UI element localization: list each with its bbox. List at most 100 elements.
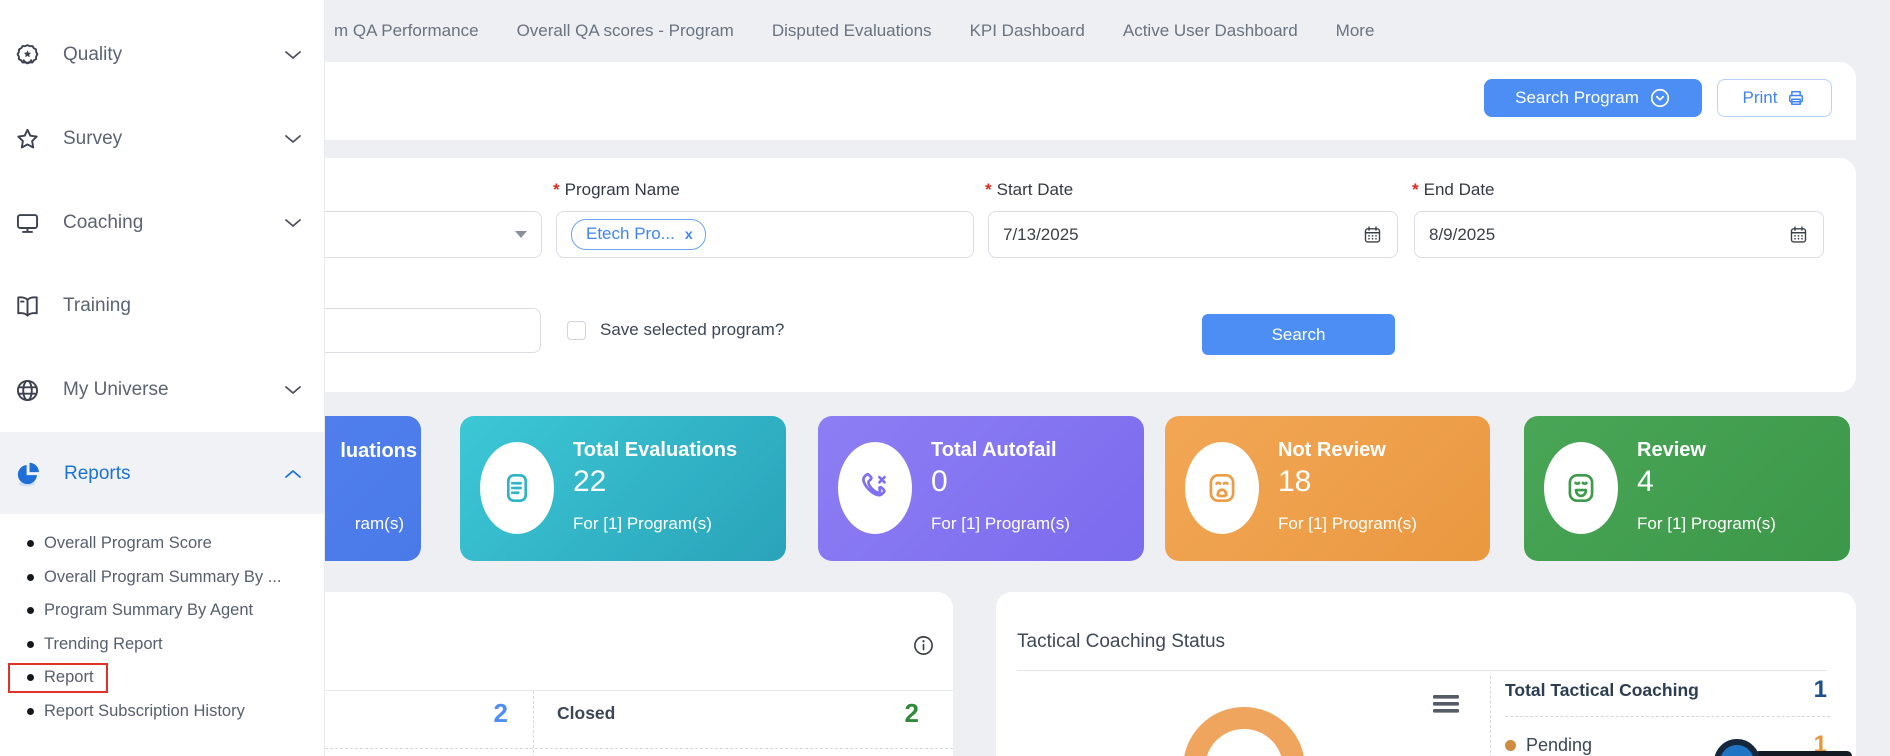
search-program-button[interactable]: Search Program bbox=[1484, 79, 1702, 117]
stat-card-subtitle: For [1] Program(s) bbox=[573, 514, 778, 534]
printer-icon bbox=[1786, 88, 1806, 108]
cursor-pointer-circle bbox=[1714, 739, 1760, 756]
end-date-value: 8/9/2025 bbox=[1429, 225, 1495, 245]
sidebar-item-coaching[interactable]: Coaching bbox=[0, 206, 324, 240]
page-header: Search Program Print bbox=[325, 62, 1856, 140]
chart-menu-icon[interactable] bbox=[1433, 694, 1459, 714]
submenu-item-report[interactable]: Report bbox=[0, 661, 324, 695]
stat-card-value: 0 bbox=[931, 466, 1136, 498]
submenu-item-overall-program-score[interactable]: Overall Program Score bbox=[0, 527, 324, 561]
sidebar: Quality Survey Coaching bbox=[0, 0, 325, 756]
tab-overall-qa-scores-program[interactable]: Overall QA scores - Program bbox=[517, 21, 734, 41]
calendar-icon[interactable] bbox=[1362, 224, 1383, 245]
bullet-icon bbox=[27, 708, 34, 715]
stat-card-title-fragment: luations bbox=[340, 440, 417, 463]
annotation-highlight-box: Report bbox=[8, 663, 108, 693]
sidebar-item-quality[interactable]: Quality bbox=[0, 38, 324, 72]
stat-card-title: Review bbox=[1637, 438, 1842, 462]
stat-card-value: 18 bbox=[1278, 466, 1482, 498]
save-program-checkbox-label: Save selected program? bbox=[600, 320, 784, 340]
save-program-checkbox[interactable] bbox=[567, 321, 586, 340]
sidebar-item-label: Survey bbox=[63, 128, 122, 150]
stat-card-total-evaluations[interactable]: Total Evaluations 22 For [1] Program(s) bbox=[460, 416, 786, 561]
sidebar-item-my-universe[interactable]: My Universe bbox=[0, 373, 324, 407]
reports-submenu: Overall Program Score Overall Program Su… bbox=[0, 527, 324, 729]
bullet-icon bbox=[27, 574, 34, 581]
sidebar-item-label: Training bbox=[63, 295, 131, 317]
divider bbox=[270, 690, 953, 691]
required-asterisk: * bbox=[553, 180, 560, 200]
star-icon bbox=[14, 126, 41, 153]
closed-count: 2 bbox=[905, 698, 919, 729]
stat-card-not-review[interactable]: Not Review 18 For [1] Program(s) bbox=[1165, 416, 1490, 561]
end-date-input[interactable]: 8/9/2025 bbox=[1414, 211, 1824, 258]
remove-tag-icon[interactable]: x bbox=[685, 226, 693, 242]
submenu-item-trending-report[interactable]: Trending Report bbox=[0, 628, 324, 662]
stat-card-review[interactable]: Review 4 For [1] Program(s) bbox=[1524, 416, 1850, 561]
stat-card-total-autofail[interactable]: Total Autofail 0 For [1] Program(s) bbox=[818, 416, 1144, 561]
open-book-icon bbox=[14, 293, 41, 320]
required-asterisk: * bbox=[985, 180, 992, 200]
dashed-divider bbox=[1490, 676, 1491, 756]
cursor-pointer-bar bbox=[1754, 751, 1852, 756]
sidebar-item-label: Reports bbox=[64, 463, 131, 485]
sidebar-item-survey[interactable]: Survey bbox=[0, 122, 324, 156]
program-name-input[interactable]: Etech Pro... x bbox=[556, 211, 974, 258]
sidebar-item-label: Coaching bbox=[63, 212, 143, 234]
print-label: Print bbox=[1743, 88, 1778, 108]
submenu-item-program-summary-by-agent[interactable]: Program Summary By Agent bbox=[0, 594, 324, 628]
start-date-value: 7/13/2025 bbox=[1003, 225, 1079, 245]
print-button[interactable]: Print bbox=[1717, 79, 1832, 117]
end-date-label: * End Date bbox=[1412, 180, 1495, 200]
monitor-icon bbox=[14, 210, 41, 237]
search-program-label: Search Program bbox=[1515, 88, 1639, 108]
stat-card-value: 4 bbox=[1637, 466, 1842, 498]
tab-team-qa-performance[interactable]: m QA Performance bbox=[334, 21, 479, 41]
stat-card-subtitle-fragment: ram(s) bbox=[355, 514, 404, 534]
dashed-divider bbox=[533, 691, 534, 756]
evaluations-list-icon bbox=[480, 442, 554, 534]
bullet-icon bbox=[27, 641, 34, 648]
tab-disputed-evaluations[interactable]: Disputed Evaluations bbox=[772, 21, 932, 41]
sidebar-item-training[interactable]: Training bbox=[0, 289, 324, 323]
tab-active-user-dashboard[interactable]: Active User Dashboard bbox=[1123, 21, 1298, 41]
tab-kpi-dashboard[interactable]: KPI Dashboard bbox=[970, 21, 1085, 41]
top-nav: m QA Performance Overall QA scores - Pro… bbox=[325, 0, 1890, 62]
chevron-down-circle-icon bbox=[1649, 87, 1671, 109]
status-summary-panel: 2 Closed 2 bbox=[270, 592, 953, 756]
total-tactical-coaching-value: 1 bbox=[1814, 676, 1827, 704]
start-date-input[interactable]: 7/13/2025 bbox=[988, 211, 1398, 258]
stat-card-subtitle: For [1] Program(s) bbox=[931, 514, 1136, 534]
chevron-down-icon bbox=[283, 383, 303, 397]
sad-face-icon bbox=[1185, 442, 1259, 534]
pie-chart-icon bbox=[14, 460, 42, 488]
program-tag: Etech Pro... x bbox=[571, 219, 706, 250]
stat-card-subtitle: For [1] Program(s) bbox=[1637, 514, 1842, 534]
sidebar-item-label: My Universe bbox=[63, 379, 169, 401]
submenu-item-overall-program-summary[interactable]: Overall Program Summary By ... bbox=[0, 561, 324, 595]
total-tactical-coaching-label: Total Tactical Coaching bbox=[1505, 680, 1699, 701]
chevron-down-icon bbox=[283, 216, 303, 230]
panel-title: Tactical Coaching Status bbox=[1017, 631, 1225, 653]
quality-badge-icon bbox=[14, 42, 41, 69]
dashed-divider bbox=[1505, 716, 1830, 717]
bullet-icon bbox=[27, 607, 34, 614]
submenu-item-report-subscription-history[interactable]: Report Subscription History bbox=[0, 695, 324, 729]
tactical-coaching-panel: Tactical Coaching Status Total Tactical … bbox=[996, 592, 1856, 756]
happy-face-icon bbox=[1544, 442, 1618, 534]
info-icon[interactable] bbox=[912, 634, 935, 657]
bullet-icon bbox=[27, 674, 34, 681]
globe-icon bbox=[14, 377, 41, 404]
calendar-icon[interactable] bbox=[1788, 224, 1809, 245]
program-tag-label: Etech Pro... bbox=[586, 224, 675, 244]
search-button[interactable]: Search bbox=[1202, 314, 1395, 355]
app-root: m QA Performance Overall QA scores - Pro… bbox=[0, 0, 1890, 756]
divider bbox=[1017, 670, 1827, 671]
sidebar-item-reports[interactable]: Reports bbox=[0, 457, 324, 491]
caret-down-icon bbox=[515, 231, 527, 238]
program-name-label: * Program Name bbox=[553, 180, 680, 200]
sidebar-item-label: Quality bbox=[63, 44, 122, 66]
required-asterisk: * bbox=[1412, 180, 1419, 200]
start-date-label: * Start Date bbox=[985, 180, 1073, 200]
tab-more[interactable]: More bbox=[1336, 21, 1375, 41]
